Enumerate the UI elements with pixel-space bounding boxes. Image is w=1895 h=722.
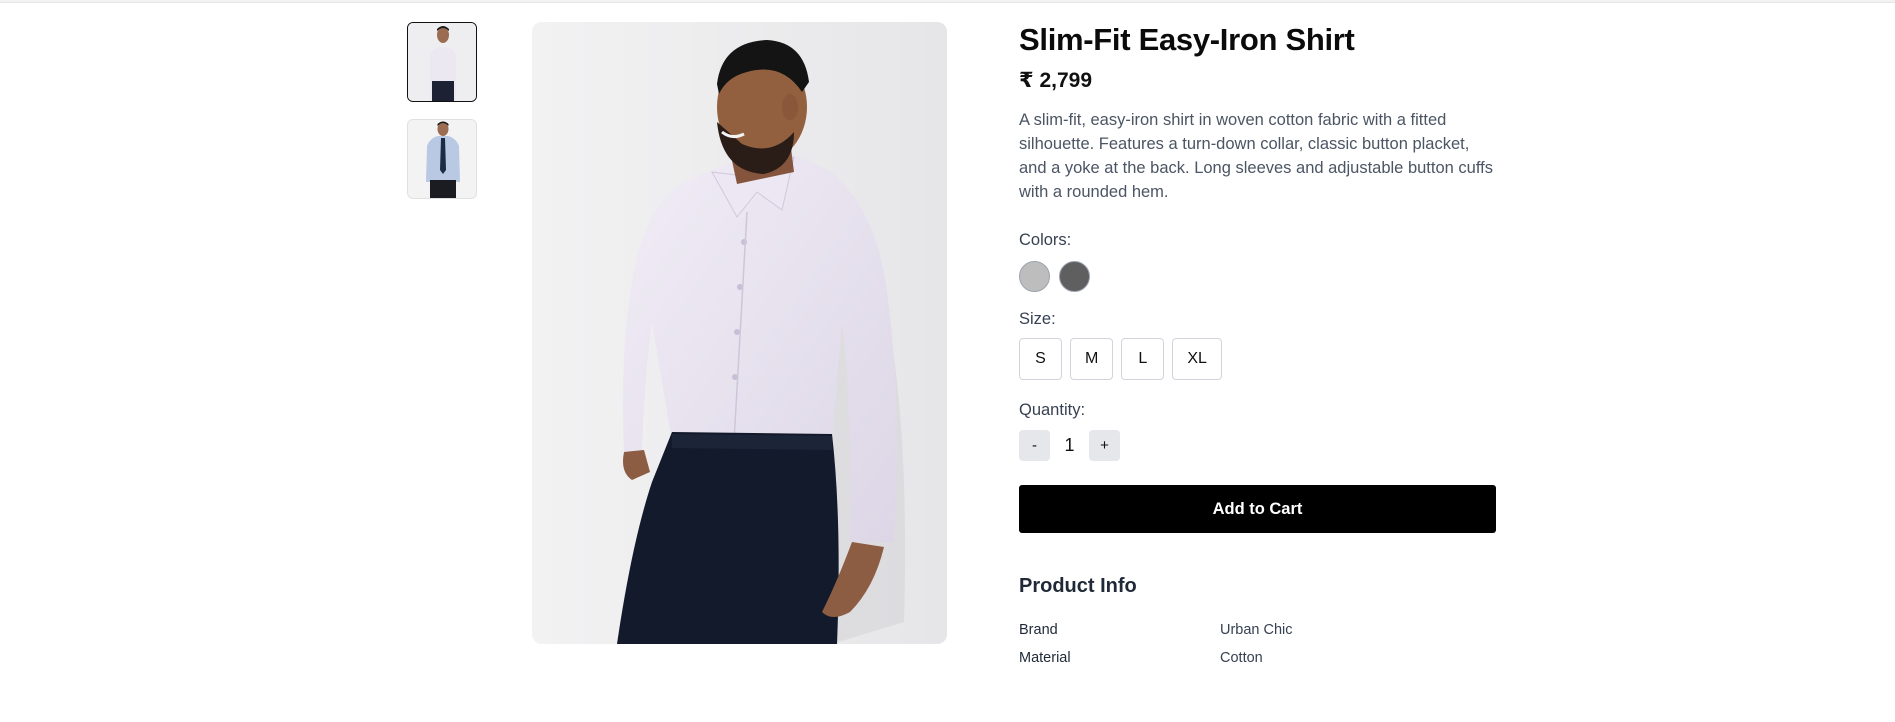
product-title: Slim-Fit Easy-Iron Shirt xyxy=(1019,22,1355,57)
product-main-image xyxy=(532,22,947,644)
product-details: Slim-Fit Easy-Iron Shirt ₹ 2,799 A slim-… xyxy=(1019,22,1496,672)
info-value-material: Cotton xyxy=(1220,650,1263,666)
thumbnail-front-image xyxy=(408,23,476,101)
colors-label: Colors: xyxy=(1019,231,1072,249)
size-button-l[interactable]: L xyxy=(1121,338,1165,380)
color-swatches xyxy=(1019,261,1496,292)
color-swatch-dark-grey[interactable] xyxy=(1059,261,1090,292)
add-to-cart-button[interactable]: Add to Cart xyxy=(1019,485,1496,533)
size-button-xl[interactable]: XL xyxy=(1172,338,1222,380)
product-info-row: Material Cotton xyxy=(1019,644,1496,672)
size-options: S M L XL xyxy=(1019,338,1496,380)
info-key-brand: Brand xyxy=(1019,622,1058,638)
thumbnail-tie-image xyxy=(408,120,476,198)
info-key-material: Material xyxy=(1019,650,1071,666)
size-button-s[interactable]: S xyxy=(1019,338,1062,380)
product-info-table: Brand Urban Chic Material Cotton xyxy=(1019,616,1496,672)
quantity-decrement-button[interactable]: - xyxy=(1019,430,1050,461)
thumbnail-list xyxy=(407,22,477,216)
quantity-stepper: - 1 + xyxy=(1019,430,1496,461)
product-description: A slim-fit, easy-iron shirt in woven cot… xyxy=(1019,111,1493,201)
info-value-brand: Urban Chic xyxy=(1220,622,1293,638)
quantity-label: Quantity: xyxy=(1019,401,1086,419)
product-info-title: Product Info xyxy=(1019,575,1137,597)
thumbnail-front[interactable] xyxy=(407,22,477,102)
size-button-m[interactable]: M xyxy=(1070,338,1114,380)
quantity-increment-button[interactable]: + xyxy=(1089,430,1120,461)
color-swatch-light-grey[interactable] xyxy=(1019,261,1050,292)
size-label: Size: xyxy=(1019,310,1056,328)
top-border xyxy=(0,0,1895,3)
product-price: ₹ 2,799 xyxy=(1019,69,1092,92)
thumbnail-tie[interactable] xyxy=(407,119,477,199)
quantity-value: 1 xyxy=(1064,435,1075,455)
product-info-row: Brand Urban Chic xyxy=(1019,616,1496,644)
